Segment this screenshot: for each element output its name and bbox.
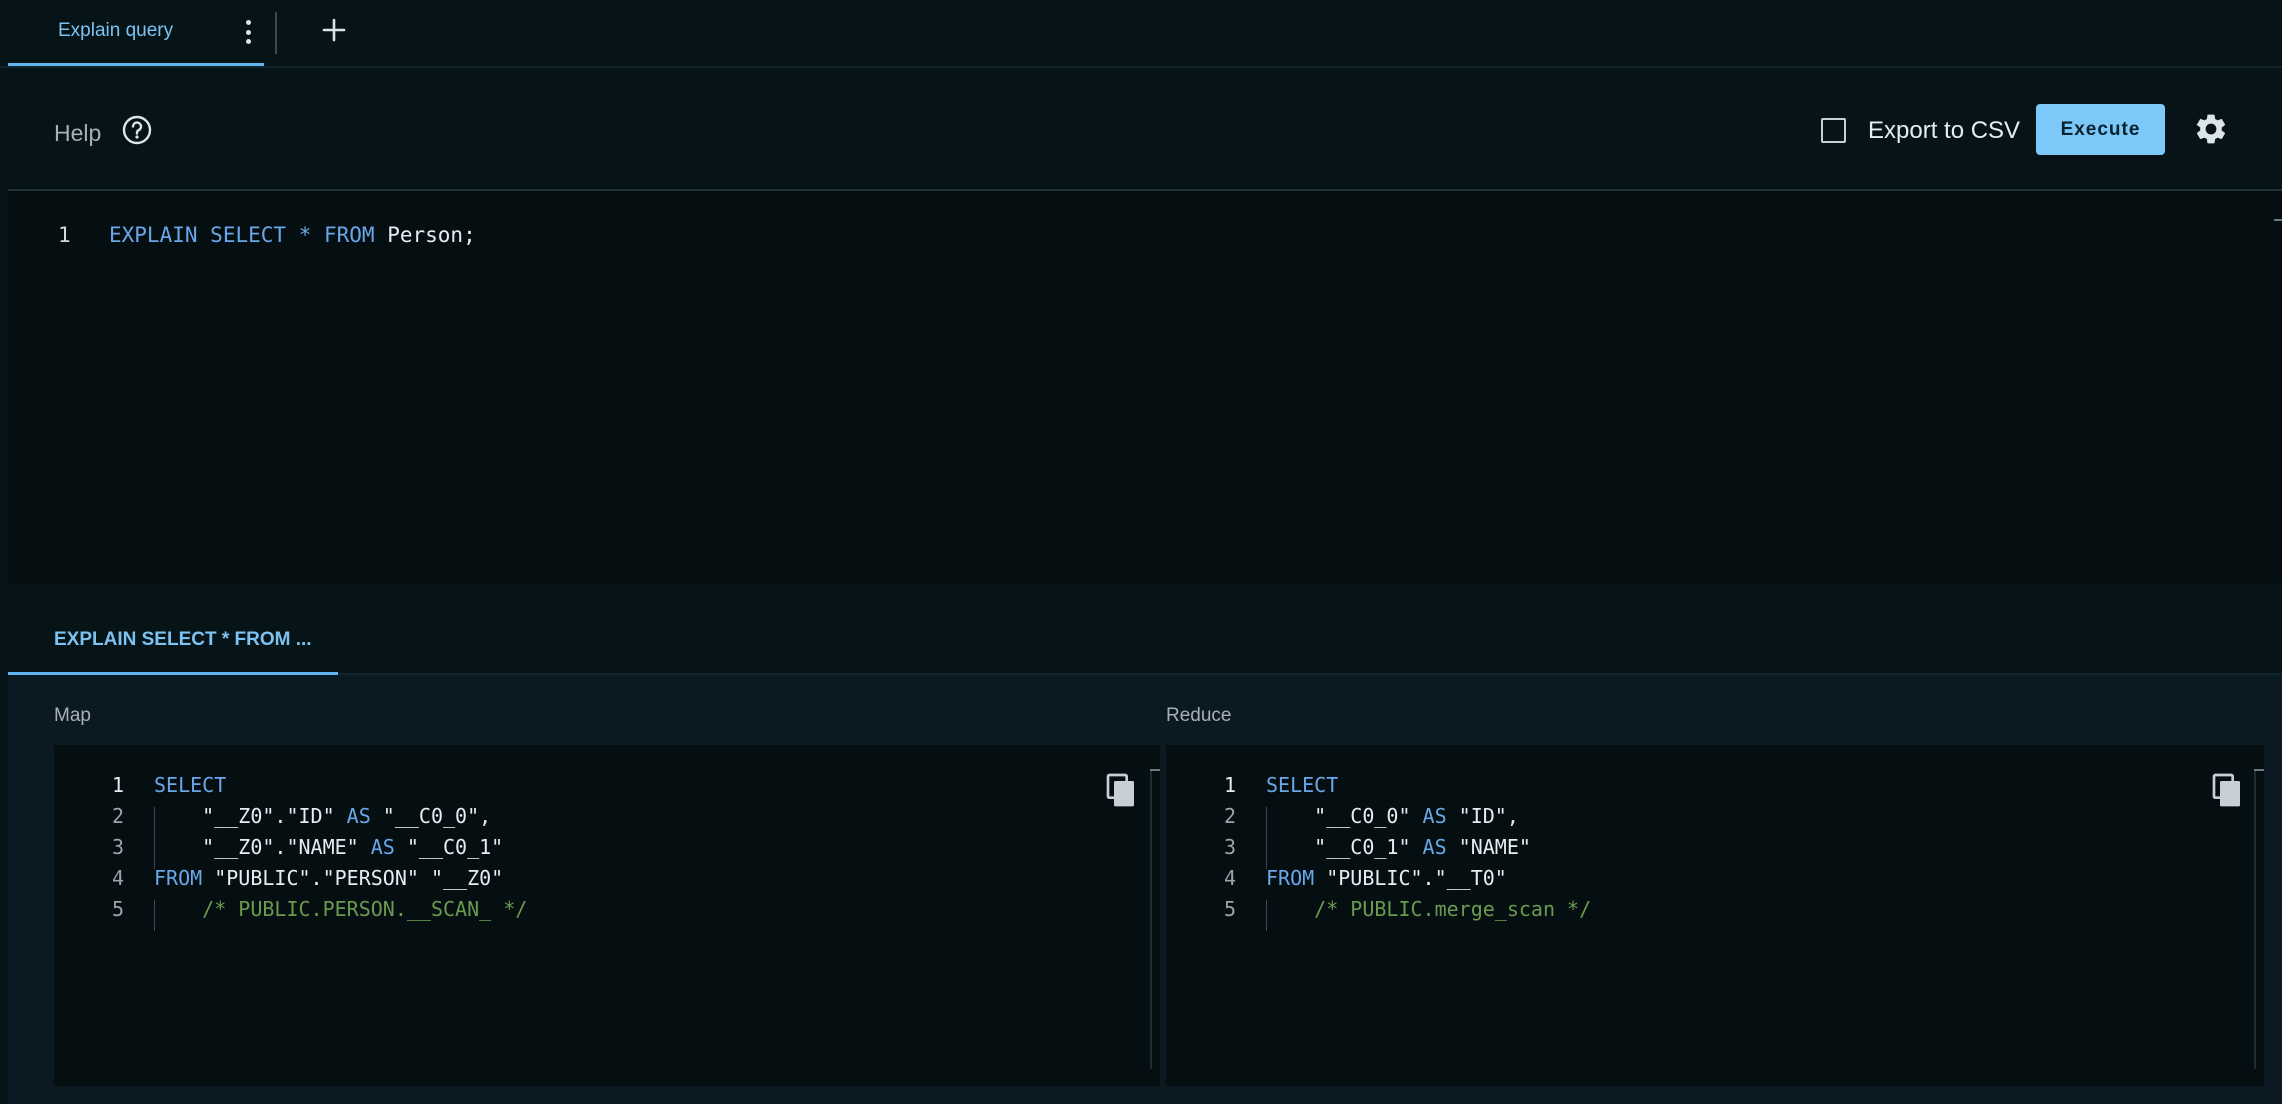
reduce-scrollbar-cap bbox=[2254, 769, 2264, 771]
copy-icon[interactable] bbox=[1106, 773, 1138, 809]
code-text: "__C0_0" AS "ID", bbox=[1266, 804, 1519, 828]
help-label[interactable]: Help bbox=[54, 120, 101, 147]
code-text: /* PUBLIC.merge_scan */ bbox=[1266, 897, 1591, 921]
code-text: FROM "PUBLIC"."PERSON" "__Z0" bbox=[154, 866, 503, 890]
line-number: 5 bbox=[1223, 897, 1236, 921]
copy-icon[interactable] bbox=[2212, 773, 2244, 809]
query-toolbar: Help Export to CSV Execute bbox=[8, 68, 2282, 191]
line-number: 1 bbox=[1223, 773, 1236, 797]
sql-token: "PUBLIC"."PERSON" "__Z0" bbox=[202, 866, 504, 890]
map-code-viewer[interactable]: 1 SELECT 2 "__Z0"."ID" AS "__C0_0", 3 "__Z0… bbox=[54, 745, 1160, 1086]
line-number: 3 bbox=[1223, 835, 1236, 859]
sql-token: "__C0_1" bbox=[1266, 835, 1423, 859]
execute-button[interactable]: Execute bbox=[2036, 104, 2165, 155]
result-tab[interactable]: EXPLAIN SELECT * FROM ... bbox=[8, 583, 338, 675]
sql-token: "NAME" bbox=[1446, 835, 1531, 859]
editor-code: EXPLAIN SELECT * FROM Person; bbox=[109, 223, 476, 247]
map-title: Map bbox=[54, 705, 91, 726]
tab-label: Explain query bbox=[58, 20, 174, 41]
result-panel: Map Reduce 1 SELECT 2 "__Z0"."ID" AS "__C0… bbox=[8, 675, 2282, 1104]
line-number: 1 bbox=[111, 773, 124, 797]
sql-keyword: AS bbox=[1422, 835, 1447, 859]
sql-keyword: AS bbox=[1422, 804, 1447, 828]
more-vert-icon[interactable] bbox=[236, 18, 260, 46]
code-text: FROM "PUBLIC"."__T0" bbox=[1266, 866, 1507, 890]
map-scrollbar-cap bbox=[1150, 769, 1160, 771]
reduce-scrollbar[interactable] bbox=[2254, 769, 2256, 1069]
line-number: 5 bbox=[111, 897, 124, 921]
query-editor[interactable]: 1 EXPLAIN SELECT * FROM Person; bbox=[8, 191, 2282, 583]
code-text: SELECT bbox=[154, 773, 226, 797]
result-tab-bar: EXPLAIN SELECT * FROM ... bbox=[8, 583, 2282, 675]
plus-icon[interactable] bbox=[318, 14, 350, 46]
sql-token: * bbox=[298, 223, 312, 247]
sql-token: "PUBLIC"."__T0" bbox=[1314, 866, 1507, 890]
code-text: "__C0_1" AS "NAME" bbox=[1266, 835, 1531, 859]
sql-keyword: SELECT bbox=[1266, 773, 1339, 797]
tab-explain-query[interactable]: Explain query bbox=[8, 0, 264, 66]
line-number: 2 bbox=[1223, 804, 1236, 828]
sql-keyword: SELECT bbox=[210, 223, 287, 247]
tab-divider bbox=[275, 12, 277, 54]
line-number: 2 bbox=[111, 804, 124, 828]
map-scrollbar[interactable] bbox=[1150, 769, 1152, 1069]
code-text: "__Z0"."NAME" AS "__C0_1" bbox=[154, 835, 503, 859]
editor-scrollbar[interactable] bbox=[2274, 219, 2282, 221]
line-number: 3 bbox=[111, 835, 124, 859]
sql-keyword: FROM bbox=[1266, 866, 1315, 890]
code-text: SELECT bbox=[1266, 773, 1338, 797]
export-csv-checkbox[interactable] bbox=[1821, 118, 1846, 143]
sql-token: Person; bbox=[374, 223, 476, 247]
reduce-title: Reduce bbox=[1166, 705, 1232, 726]
gear-icon[interactable] bbox=[2193, 111, 2229, 147]
query-tab-bar: Explain query bbox=[0, 0, 2282, 68]
result-tab-label: EXPLAIN SELECT * FROM ... bbox=[54, 629, 312, 650]
help-circle-icon[interactable] bbox=[121, 114, 153, 146]
line-number: 4 bbox=[1223, 866, 1236, 890]
code-text: /* PUBLIC.PERSON.__SCAN_ */ bbox=[154, 897, 527, 921]
sql-keyword: AS bbox=[346, 804, 371, 828]
sql-keyword: SELECT bbox=[154, 773, 227, 797]
sql-keyword: AS bbox=[370, 835, 395, 859]
sql-keyword: FROM bbox=[324, 223, 375, 247]
sql-token: "__Z0"."ID" bbox=[154, 804, 347, 828]
line-number: 4 bbox=[111, 866, 124, 890]
sql-token: "__C0_1" bbox=[394, 835, 504, 859]
sql-token: "ID", bbox=[1446, 804, 1519, 828]
sql-comment: /* PUBLIC.PERSON.__SCAN_ */ bbox=[154, 897, 528, 921]
export-csv-label[interactable]: Export to CSV bbox=[1868, 117, 2020, 145]
sql-comment: /* PUBLIC.merge_scan */ bbox=[1266, 897, 1592, 921]
sql-token: "__C0_0" bbox=[1266, 804, 1423, 828]
reduce-code-viewer[interactable]: 1 SELECT 2 "__C0_0" AS "ID", 3 "__C0_1" AS … bbox=[1166, 745, 2264, 1086]
line-number: 1 bbox=[58, 223, 71, 247]
code-text: "__Z0"."ID" AS "__C0_0", bbox=[154, 804, 491, 828]
sql-keyword: FROM bbox=[154, 866, 203, 890]
sql-token: "__Z0"."NAME" bbox=[154, 835, 371, 859]
sql-token: "__C0_0", bbox=[370, 804, 492, 828]
sql-keyword: EXPLAIN bbox=[109, 223, 198, 247]
